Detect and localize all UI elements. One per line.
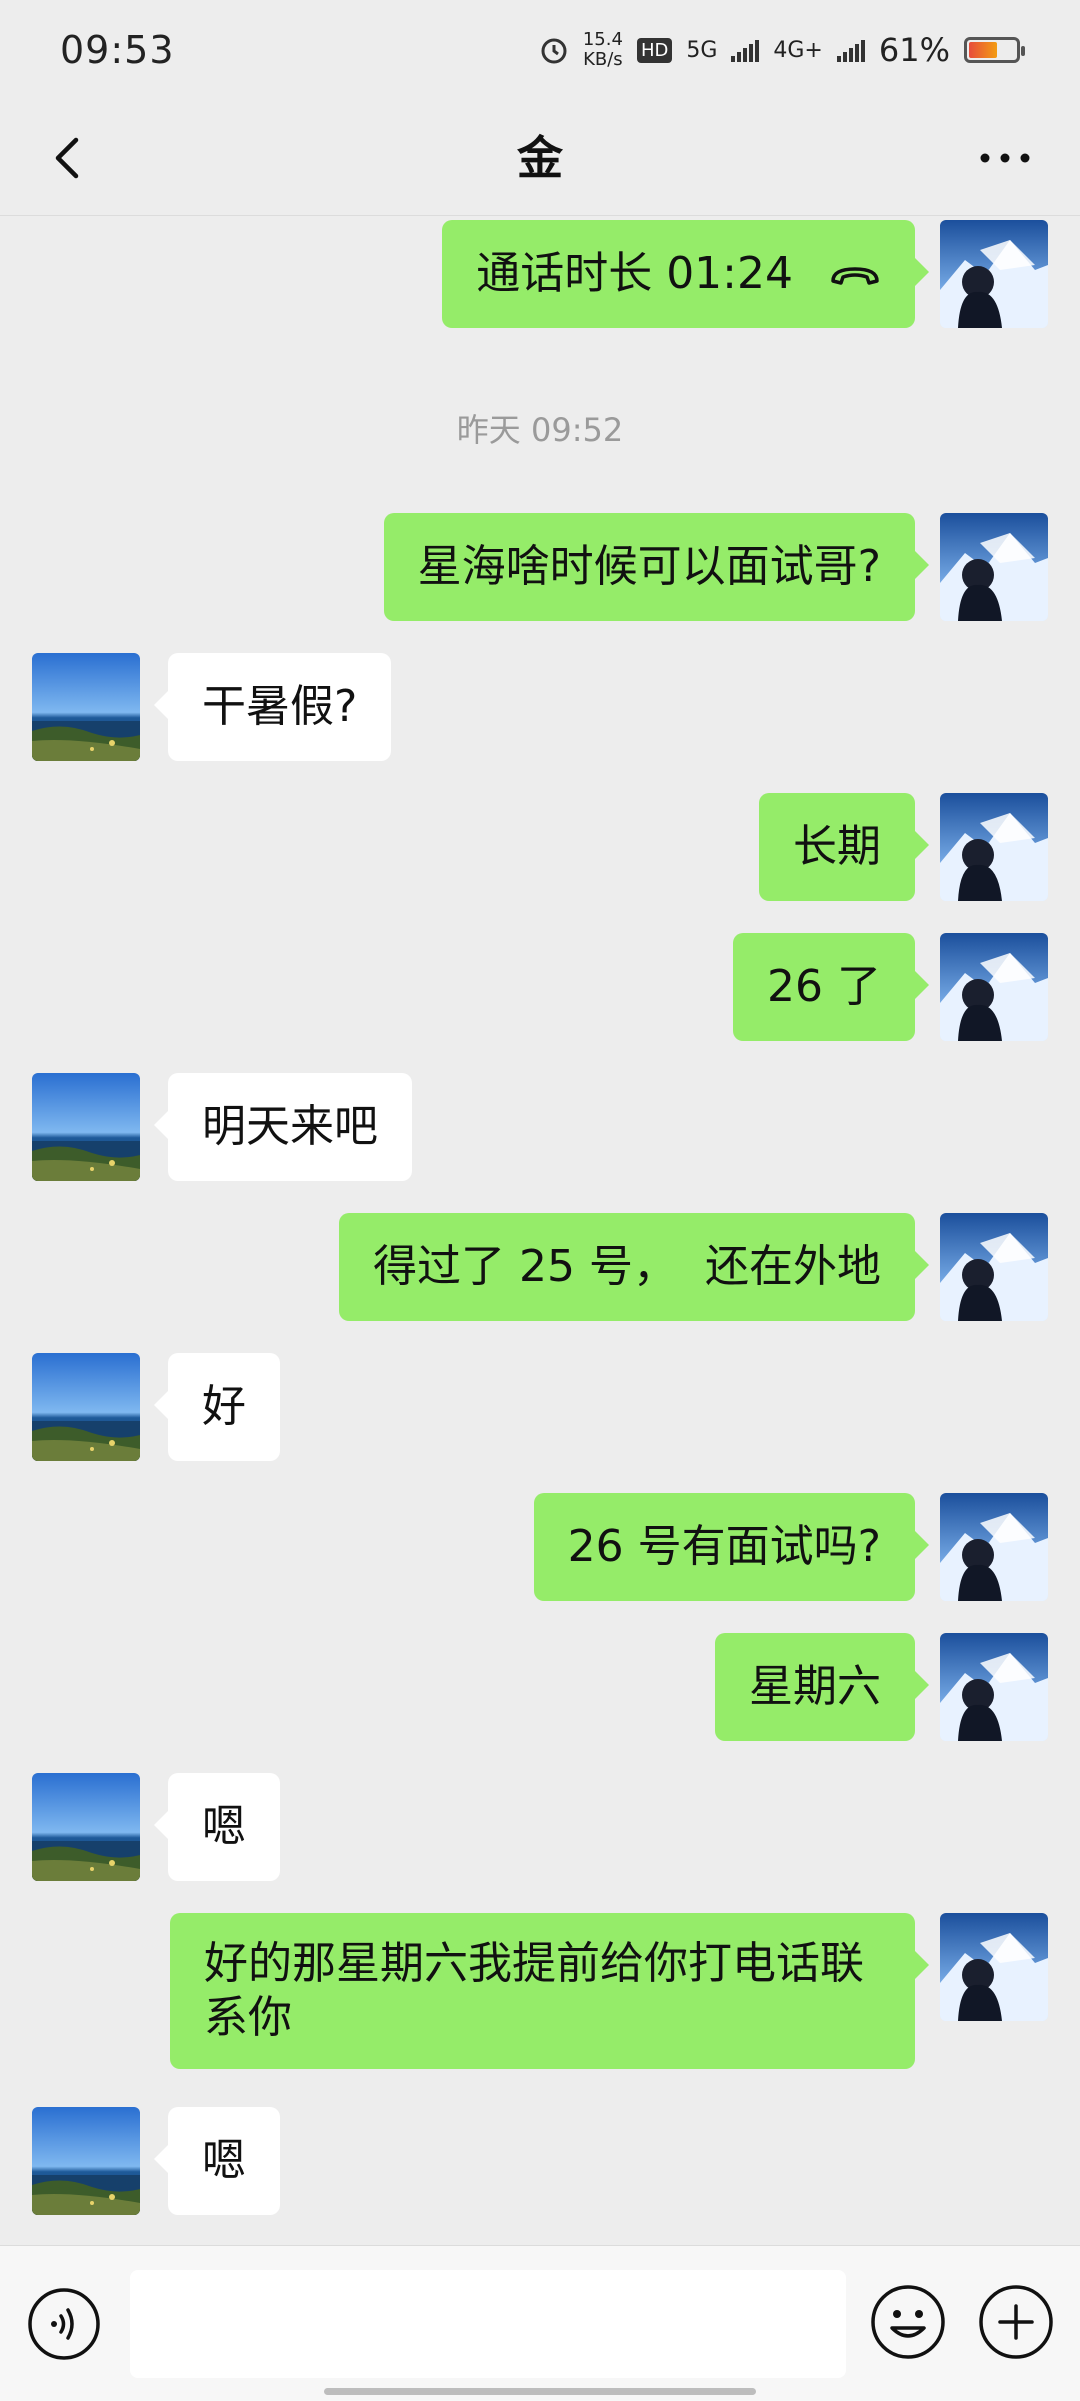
my-message-bubble[interactable]: 26 了 — [733, 933, 929, 1041]
more-functions-button[interactable] — [976, 2282, 1056, 2362]
plus-icon — [979, 2285, 1053, 2359]
my-avatar[interactable] — [940, 513, 1048, 621]
message-text: 长期 — [793, 821, 881, 872]
signal-icon — [836, 38, 865, 62]
status-time: 09:53 — [60, 28, 175, 72]
peer-avatar[interactable] — [32, 1773, 140, 1881]
input-bar — [0, 2245, 1080, 2401]
chat-header: 金 — [0, 100, 1080, 216]
my-avatar[interactable] — [940, 1493, 1048, 1601]
my-avatar[interactable] — [940, 933, 1048, 1041]
message-text: 好的那星期六我提前给你打电话联系你 — [204, 1938, 864, 2043]
speed-unit: KB/s — [583, 49, 623, 70]
battery-percent: 61% — [878, 31, 950, 69]
message-text: 得过了 25 号， 还在外地 — [373, 1241, 881, 1292]
message-text: 干暑假? — [202, 681, 358, 732]
message-text: 26 了 — [767, 961, 881, 1012]
my-message-bubble[interactable]: 26 号有面试吗? — [533, 1493, 930, 1601]
message-text: 26 号有面试吗? — [567, 1521, 881, 1572]
message-text: 嗯 — [202, 1801, 246, 1852]
my-avatar[interactable] — [940, 1913, 1048, 2021]
message-text: 好 — [202, 1381, 246, 1432]
message-text: 星海啥时候可以面试哥? — [417, 541, 881, 592]
message-list[interactable]: 通话时长 01:24 昨天 09:52 星海啥时候可以面试哥? 干暑假? 长期 … — [0, 215, 1080, 2245]
message-input[interactable] — [130, 2270, 846, 2378]
status-bar: 09:53 15.4 KB/s HD 5G 4G+ 61% — [0, 0, 1080, 100]
battery-icon — [964, 37, 1025, 63]
peer-avatar[interactable] — [32, 1353, 140, 1461]
voice-button[interactable] — [26, 2286, 102, 2362]
call-record-bubble[interactable]: 通话时长 01:24 — [442, 220, 929, 328]
net-5g-label: 5G — [686, 37, 718, 63]
peer-avatar[interactable] — [32, 653, 140, 761]
hd-icon: HD — [636, 37, 673, 63]
emoji-icon — [871, 2285, 945, 2359]
peer-message-bubble[interactable]: 嗯 — [154, 2107, 280, 2215]
message-text: 嗯 — [202, 2135, 246, 2186]
my-avatar[interactable] — [940, 793, 1048, 901]
my-message-bubble[interactable]: 好的那星期六我提前给你打电话联系你 — [170, 1913, 929, 2069]
my-avatar[interactable] — [940, 1633, 1048, 1741]
peer-message-bubble[interactable]: 好 — [154, 1353, 280, 1461]
call-duration-text: 通话时长 01:24 — [476, 248, 793, 299]
message-timestamp: 昨天 09:52 — [456, 411, 624, 449]
battery-fill — [969, 42, 997, 58]
my-message-bubble[interactable]: 长期 — [759, 793, 929, 901]
voice-icon — [28, 2288, 100, 2360]
peer-message-bubble[interactable]: 明天来吧 — [154, 1073, 412, 1181]
signal-icon — [731, 38, 760, 62]
emoji-button[interactable] — [868, 2282, 948, 2362]
status-icons: 15.4 KB/s HD 5G 4G+ 61% — [539, 30, 1025, 70]
peer-message-bubble[interactable]: 嗯 — [154, 1773, 280, 1881]
message-text: 明天来吧 — [202, 1101, 378, 1152]
peer-avatar[interactable] — [32, 1073, 140, 1181]
peer-avatar[interactable] — [32, 2107, 140, 2215]
chat-title: 金 — [517, 131, 563, 185]
net-4g-label: 4G+ — [773, 37, 823, 63]
network-speed: 15.4 KB/s — [583, 30, 623, 70]
more-dots-icon — [980, 153, 1030, 163]
my-message-bubble[interactable]: 星海啥时候可以面试哥? — [383, 513, 930, 621]
my-avatar[interactable] — [940, 220, 1048, 328]
my-message-bubble[interactable]: 星期六 — [715, 1633, 929, 1741]
more-button[interactable] — [970, 128, 1040, 188]
my-message-bubble[interactable]: 得过了 25 号， 还在外地 — [339, 1213, 929, 1321]
my-avatar[interactable] — [940, 1213, 1048, 1321]
speed-value: 15.4 — [582, 29, 623, 50]
alarm-icon — [541, 38, 567, 64]
peer-message-bubble[interactable]: 干暑假? — [153, 653, 392, 761]
message-text: 星期六 — [749, 1661, 881, 1712]
home-indicator[interactable] — [324, 2388, 756, 2395]
phone-hangup-icon — [831, 267, 879, 285]
